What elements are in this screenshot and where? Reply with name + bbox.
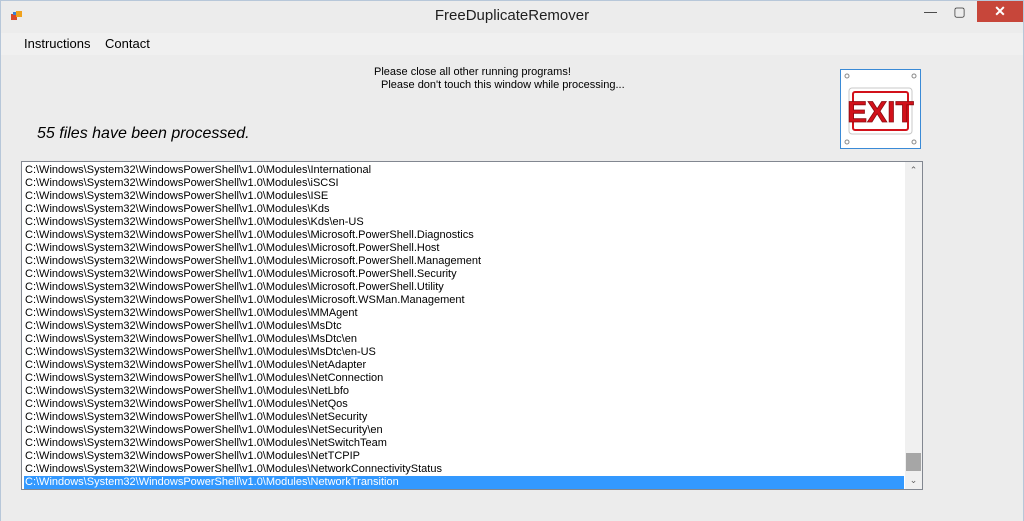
- list-item[interactable]: C:\Windows\System32\WindowsPowerShell\v1…: [24, 437, 904, 450]
- scroll-up-icon[interactable]: ⌃: [905, 162, 922, 179]
- list-item[interactable]: C:\Windows\System32\WindowsPowerShell\v1…: [24, 450, 904, 463]
- scroll-thumb[interactable]: [906, 453, 921, 471]
- list-item[interactable]: C:\Windows\System32\WindowsPowerShell\v1…: [24, 346, 904, 359]
- list-item[interactable]: C:\Windows\System32\WindowsPowerShell\v1…: [24, 164, 904, 177]
- list-item[interactable]: C:\Windows\System32\WindowsPowerShell\v1…: [24, 333, 904, 346]
- list-item[interactable]: C:\Windows\System32\WindowsPowerShell\v1…: [24, 177, 904, 190]
- list-item[interactable]: C:\Windows\System32\WindowsPowerShell\v1…: [24, 307, 904, 320]
- list-item[interactable]: C:\Windows\System32\WindowsPowerShell\v1…: [24, 255, 904, 268]
- exit-sign-icon: EXIT: [844, 73, 917, 145]
- list-item[interactable]: C:\Windows\System32\WindowsPowerShell\v1…: [24, 229, 904, 242]
- processed-files-list[interactable]: C:\Windows\System32\WindowsPowerShell\v1…: [21, 161, 923, 490]
- title-bar[interactable]: FreeDuplicateRemover — ▢ ✕: [1, 1, 1023, 33]
- list-scrollbar[interactable]: ⌃ ⌄: [905, 162, 922, 489]
- notice-line-2: Please don't touch this window while pro…: [381, 79, 625, 91]
- window-title: FreeDuplicateRemover: [434, 7, 590, 24]
- list-item[interactable]: C:\Windows\System32\WindowsPowerShell\v1…: [24, 476, 904, 489]
- list-item[interactable]: C:\Windows\System32\WindowsPowerShell\v1…: [24, 372, 904, 385]
- main-content: Please close all other running programs!…: [1, 55, 1023, 521]
- list-item[interactable]: C:\Windows\System32\WindowsPowerShell\v1…: [24, 359, 904, 372]
- list-item[interactable]: C:\Windows\System32\WindowsPowerShell\v1…: [24, 268, 904, 281]
- notice-line-1: Please close all other running programs!: [374, 66, 571, 78]
- list-item[interactable]: C:\Windows\System32\WindowsPowerShell\v1…: [24, 242, 904, 255]
- list-item[interactable]: C:\Windows\System32\WindowsPowerShell\v1…: [24, 190, 904, 203]
- list-item[interactable]: C:\Windows\System32\WindowsPowerShell\v1…: [24, 385, 904, 398]
- maximize-button[interactable]: ▢: [946, 1, 973, 22]
- list-item[interactable]: C:\Windows\System32\WindowsPowerShell\v1…: [24, 463, 904, 476]
- exit-label: EXIT: [847, 96, 914, 129]
- close-button[interactable]: ✕: [977, 1, 1023, 22]
- menu-instructions[interactable]: Instructions: [24, 36, 90, 51]
- list-item[interactable]: C:\Windows\System32\WindowsPowerShell\v1…: [24, 294, 904, 307]
- processed-status: 55 files have been processed.: [37, 125, 250, 142]
- minimize-button[interactable]: —: [917, 1, 944, 22]
- list-items: C:\Windows\System32\WindowsPowerShell\v1…: [24, 164, 904, 489]
- menu-contact[interactable]: Contact: [105, 36, 150, 51]
- list-item[interactable]: C:\Windows\System32\WindowsPowerShell\v1…: [24, 216, 904, 229]
- list-item[interactable]: C:\Windows\System32\WindowsPowerShell\v1…: [24, 203, 904, 216]
- list-item[interactable]: C:\Windows\System32\WindowsPowerShell\v1…: [24, 281, 904, 294]
- exit-button[interactable]: EXIT: [840, 69, 921, 149]
- list-item[interactable]: C:\Windows\System32\WindowsPowerShell\v1…: [24, 411, 904, 424]
- scroll-down-icon[interactable]: ⌄: [905, 472, 922, 489]
- list-item[interactable]: C:\Windows\System32\WindowsPowerShell\v1…: [24, 424, 904, 437]
- list-item[interactable]: C:\Windows\System32\WindowsPowerShell\v1…: [24, 398, 904, 411]
- app-window: FreeDuplicateRemover — ▢ ✕ Instructions …: [0, 0, 1024, 521]
- menu-bar: Instructions Contact: [1, 33, 1023, 55]
- notice-text: Please close all other running programs!…: [374, 66, 625, 92]
- list-item[interactable]: C:\Windows\System32\WindowsPowerShell\v1…: [24, 320, 904, 333]
